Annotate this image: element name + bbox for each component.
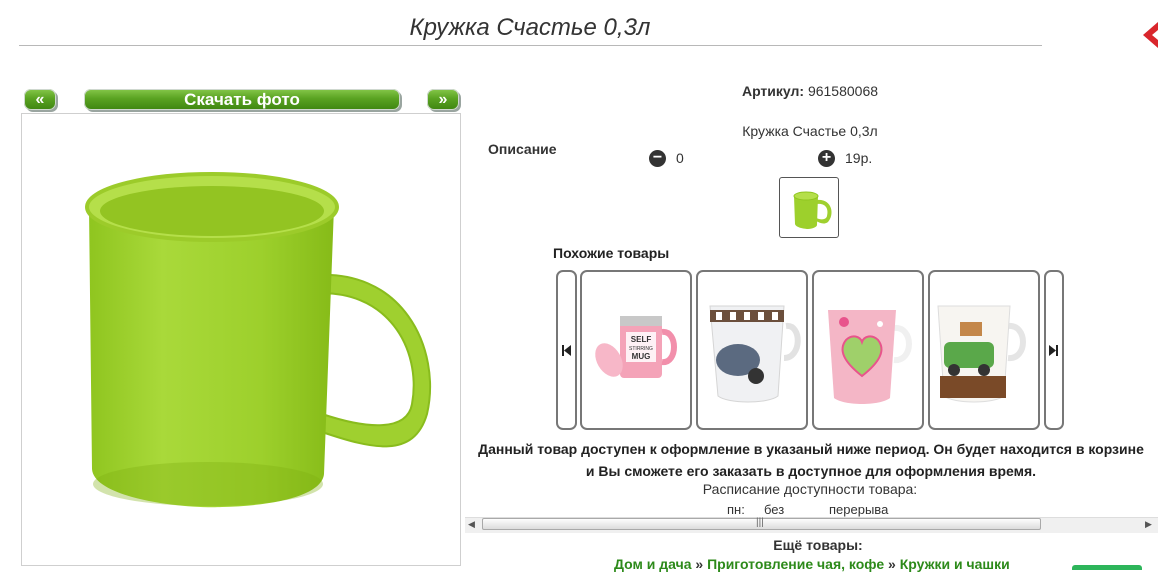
minus-icon: − [652,149,663,166]
more-products-label: Ещё товары: [773,537,863,553]
schedule-break: перерыва [829,502,889,517]
product-name: Кружка Счастье 0,3л [742,123,878,139]
next-photo-button[interactable]: » [427,89,459,110]
self-stirring-mug-image: SELF STIRRING MUG [595,316,677,378]
article-label: Артикул: [741,83,805,99]
article-value: 961580068 [807,83,879,99]
similar-product-card[interactable] [812,270,924,430]
green-mug-image [85,172,432,508]
main-product-photo [21,113,461,566]
scroll-left-arrow-icon[interactable]: ◀ [468,519,475,530]
bonbons-mug-image [709,305,801,403]
schedule-day: пн: [727,502,745,517]
similar-product-card[interactable]: SELF STIRRING MUG [580,270,692,430]
quantity-value: 0 [676,150,684,166]
schedule-title: Расписание доступности товара: [702,481,918,497]
product-thumbnail[interactable] [779,177,839,238]
carousel-next-button[interactable] [1044,270,1064,430]
availability-note-line: и Вы сможете его заказать в доступное дл… [585,463,1037,479]
close-icon[interactable] [1143,22,1158,48]
green-mug-thumbnail-image [793,191,832,229]
scroll-right-arrow-icon[interactable]: ▶ [1145,519,1152,530]
carousel-prev-button[interactable] [556,270,577,430]
scrollbar-grip-icon: ||| [756,517,764,528]
svg-text:MUG: MUG [632,352,651,361]
skip-forward-icon [1049,345,1058,356]
availability-note-line: Данный товар доступен к оформление в ука… [478,441,1144,457]
bottom-accent-bar [1072,565,1142,570]
download-photo-button[interactable]: Скачать фото [84,89,400,110]
similar-product-card[interactable] [696,270,808,430]
decrease-quantity-button[interactable]: − [649,150,666,167]
availability-note: Данный товар доступен к оформление в ука… [466,438,1156,482]
article-info: Артикул: 961580068 [660,83,960,99]
page-title: Кружка Счастье 0,3л [409,14,651,41]
prev-photo-button[interactable]: « [24,89,56,110]
description-label: Описание [488,141,557,157]
svg-text:SELF: SELF [631,335,652,344]
plus-icon: + [821,149,832,166]
similar-products-title: Похожие товары [553,245,670,261]
similar-product-card[interactable] [928,270,1040,430]
heart-mug-image [828,310,912,404]
car-mug-image [937,305,1026,403]
title-divider [19,45,1042,46]
price-value: 19р. [845,150,873,166]
schedule-from: без [764,502,785,517]
skip-back-icon [562,345,571,356]
increase-quantity-button[interactable]: + [818,150,835,167]
